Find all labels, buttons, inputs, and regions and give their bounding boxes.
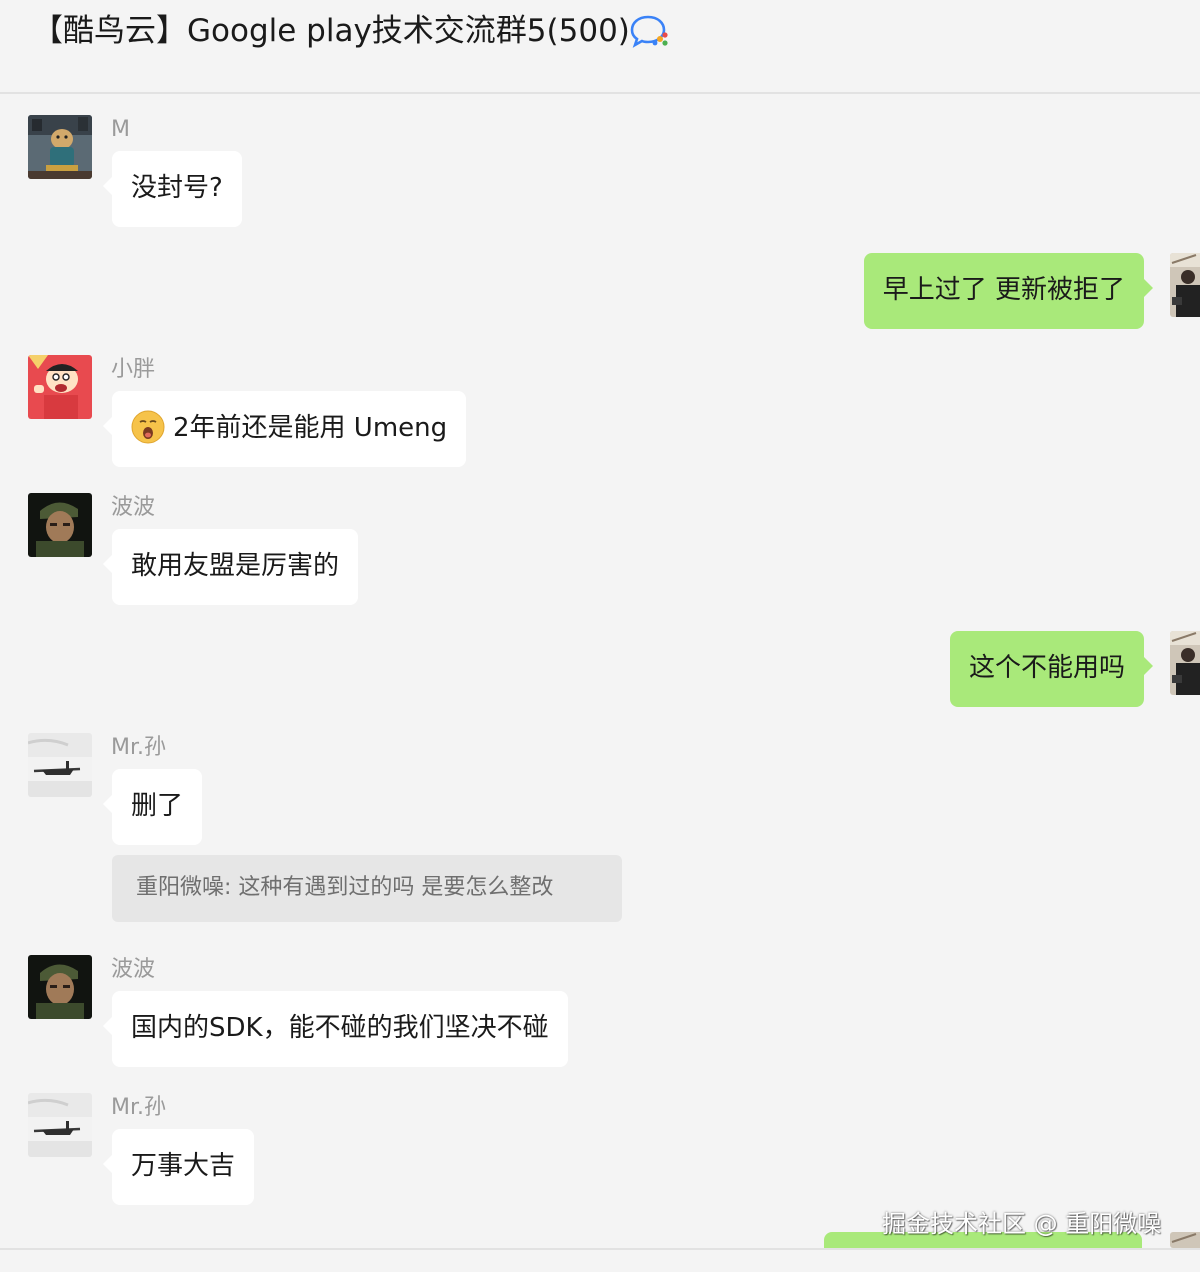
chat-bubble-icon[interactable] <box>630 14 670 48</box>
self-avatar[interactable] <box>1170 1232 1200 1248</box>
soldier-avatar[interactable] <box>28 955 92 1019</box>
message-bubble[interactable]: 删了 <box>102 769 203 845</box>
chat-header: 【酷鸟云】Google play技术交流群5(500) <box>0 0 1200 94</box>
message-bubble[interactable]: 万事大吉 <box>102 1129 255 1205</box>
dog-avatar[interactable] <box>28 115 92 179</box>
sender-name: 波波 <box>111 495 156 520</box>
message-bubble[interactable]: 没封号? <box>103 151 242 227</box>
sender-name: 波波 <box>111 957 156 982</box>
boat-avatar[interactable] <box>28 1093 92 1157</box>
chat-title: 【酷鸟云】Google play技术交流群5(500) <box>32 13 630 49</box>
sender-name: 小胖 <box>111 357 156 382</box>
sender-name: Mr.孙 <box>111 735 167 760</box>
cartoon-avatar[interactable] <box>28 355 92 419</box>
soldier-avatar[interactable] <box>28 493 92 557</box>
watermark: 掘金技术社区 @ 重阳微噪 <box>882 1210 1162 1238</box>
sender-name: M <box>111 117 130 142</box>
quoted-reply[interactable]: 重阳微噪: 这种有遇到过的吗 是要怎么整改 <box>112 855 622 922</box>
yawn-emoji-icon <box>131 410 165 444</box>
self-avatar[interactable] <box>1170 253 1200 317</box>
message-bubble-outgoing[interactable]: 早上过了 更新被拒了 <box>863 253 1154 329</box>
boat-avatar[interactable] <box>28 733 92 797</box>
message-text: 2年前还是能用 Umeng <box>173 413 448 443</box>
message-bubble[interactable]: 2年前还是能用 Umeng <box>102 391 467 467</box>
self-avatar[interactable] <box>1170 631 1200 695</box>
sender-name: Mr.孙 <box>111 1095 167 1120</box>
message-bubble[interactable]: 敢用友盟是厉害的 <box>102 529 359 605</box>
message-bubble-outgoing[interactable]: 这个不能用吗 <box>949 631 1154 707</box>
message-bubble[interactable]: 国内的SDK，能不碰的我们坚决不碰 <box>103 991 568 1067</box>
input-area-edge <box>0 1248 1200 1272</box>
